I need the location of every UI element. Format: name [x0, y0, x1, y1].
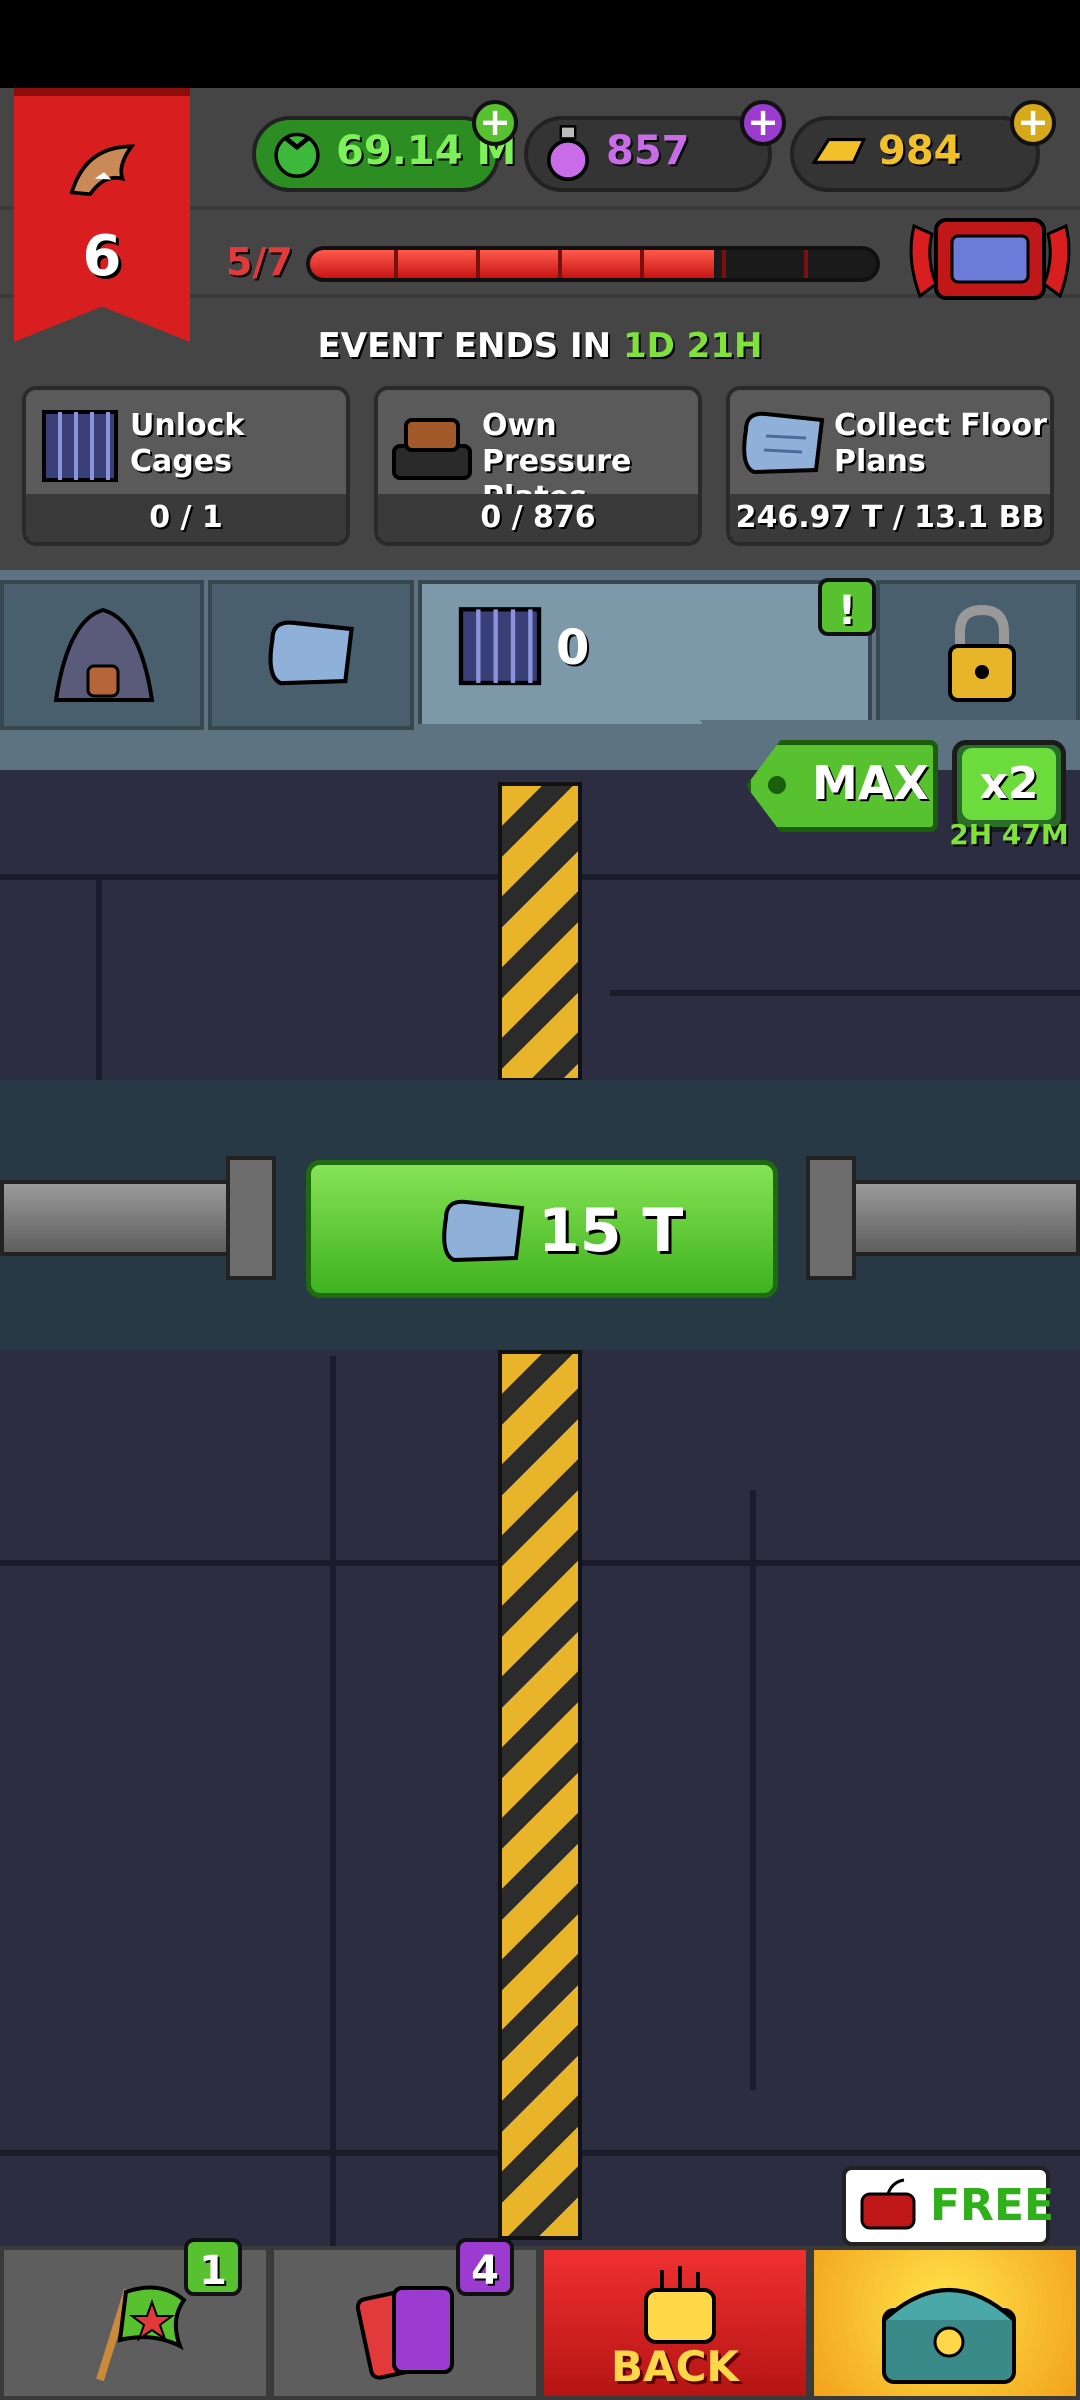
- floor-plan-icon: [442, 1199, 525, 1263]
- alert-badge: !: [818, 578, 876, 636]
- hazard-rope: [498, 1350, 582, 2240]
- task-unlock-cages[interactable]: Unlock Cages 0 / 1: [22, 386, 350, 546]
- task-own-pressure-plates[interactable]: Own Pressure Plates 0 / 876: [374, 386, 702, 546]
- boost-label: x2: [962, 748, 1056, 820]
- flag-badge: 1: [184, 2238, 242, 2296]
- panel-seam: [610, 990, 1080, 996]
- cards-icon: [355, 2286, 454, 2380]
- tag-hole-icon: [768, 776, 786, 794]
- event-title: EVENT ENDS IN: [317, 326, 612, 366]
- task-label: Unlock Cages: [130, 408, 245, 479]
- tab-floor-plans[interactable]: [208, 580, 414, 730]
- reward-chest-icon[interactable]: [906, 206, 1074, 312]
- pipe: [836, 1180, 1080, 1256]
- add-potion-button[interactable]: +: [740, 100, 786, 146]
- progress-divider: [722, 250, 726, 278]
- padlock-icon: [948, 604, 1016, 702]
- panel-seam: [96, 874, 102, 1080]
- potion-value: 857: [606, 128, 690, 174]
- event-timer: EVENT ENDS IN 1D 21H: [0, 326, 1080, 366]
- purchase-price: 15 T: [538, 1196, 684, 1266]
- boost-timer: 2H 47M: [949, 818, 1069, 851]
- gold-bar-icon: [811, 138, 867, 164]
- max-label: MAX: [812, 756, 929, 810]
- cage-icon: [42, 410, 118, 482]
- task-label: Collect Floor Plans: [834, 408, 1047, 479]
- free-label: FREE: [930, 2180, 1055, 2231]
- event-time: 1D 21H: [622, 326, 763, 366]
- mountain-vault-icon: [53, 607, 155, 702]
- hazard-rope: [498, 782, 582, 1082]
- tab-locked[interactable]: [876, 580, 1080, 730]
- gold-value: 984: [878, 128, 962, 174]
- player-level: 6: [82, 224, 122, 289]
- progress-fill: [310, 250, 715, 278]
- floor-plan-icon: [268, 620, 354, 686]
- task-collect-floor-plans[interactable]: Collect Floor Plans 246.97 T / 13.1 BB: [726, 386, 1054, 546]
- treasure-chest-icon: [882, 2288, 1016, 2384]
- status-bar: [0, 0, 1080, 88]
- progress-divider: [558, 250, 562, 278]
- pipe-clamp: [806, 1156, 856, 1280]
- potion-icon: [547, 125, 589, 181]
- progress-divider: [640, 250, 644, 278]
- cards-badge: 4: [456, 2238, 514, 2296]
- add-cash-button[interactable]: +: [472, 100, 518, 146]
- tab-mountain[interactable]: [0, 580, 204, 730]
- floor-plan-icon: [742, 411, 825, 475]
- task-value: 0 / 876: [378, 494, 698, 542]
- add-gold-button[interactable]: +: [1010, 100, 1056, 146]
- panel-seam: [750, 1490, 756, 2090]
- panel-seam: [330, 1356, 336, 2246]
- cash-bag-icon: [274, 132, 320, 178]
- task-value: 0 / 1: [26, 494, 346, 542]
- pipe-clamp: [226, 1156, 276, 1280]
- cage-icon: [458, 607, 542, 686]
- progress-divider: [804, 250, 808, 278]
- fist-icon: [644, 2266, 716, 2344]
- back-label: BACK: [611, 2342, 739, 2391]
- shark-icon: [69, 144, 136, 197]
- progress-divider: [394, 250, 398, 278]
- dynamite-icon: [860, 2178, 916, 2230]
- cage-count: 0: [556, 620, 590, 676]
- flag-icon: [96, 2285, 187, 2382]
- pressure-plate-icon: [392, 418, 472, 480]
- tab-cages[interactable]: 0: [418, 580, 872, 724]
- nav-free-chest[interactable]: [810, 2246, 1080, 2400]
- progress-divider: [476, 250, 480, 278]
- pipe: [0, 1180, 240, 1256]
- progress-bar: [306, 246, 880, 282]
- task-value: 246.97 T / 13.1 BB: [730, 494, 1050, 542]
- progress-label: 5/7: [226, 240, 293, 284]
